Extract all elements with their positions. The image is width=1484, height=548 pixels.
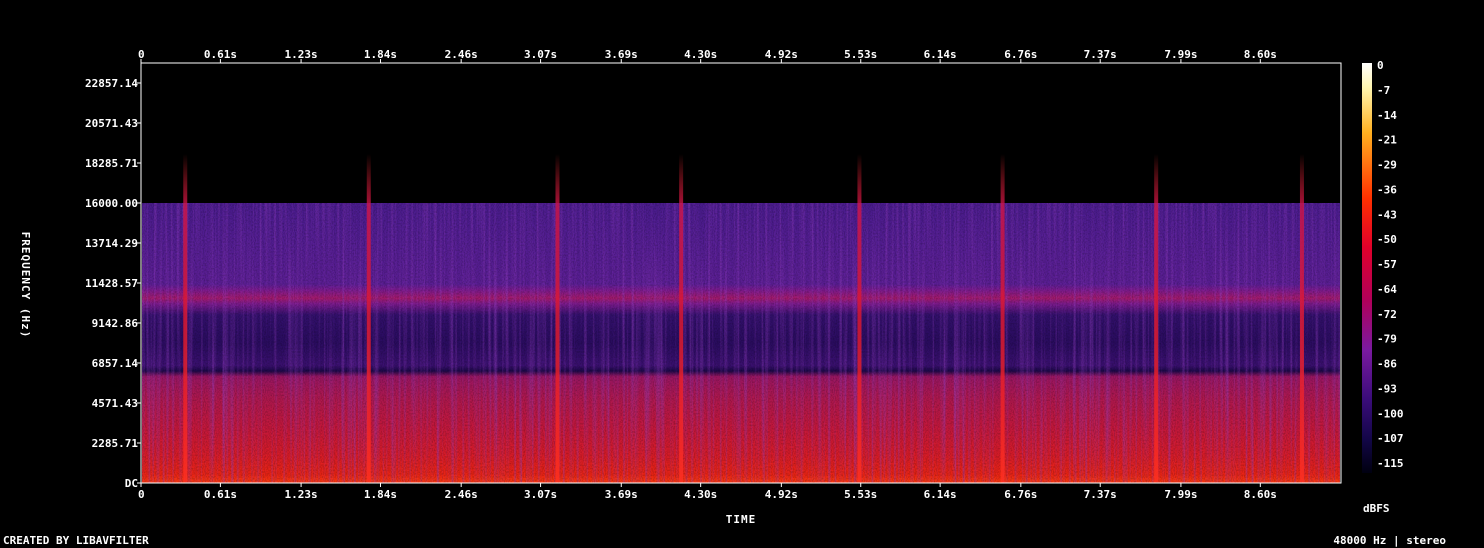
x-tick-top-label: 4.30s bbox=[684, 48, 717, 61]
colorbar-tick-label: -7 bbox=[1377, 84, 1390, 97]
spike-4 bbox=[857, 154, 862, 482]
colorbar-tick-label: -86 bbox=[1377, 358, 1397, 371]
y-tick-label: 9142.86 bbox=[92, 317, 139, 330]
colorbar-tick-label: -43 bbox=[1377, 208, 1397, 221]
x-tick-bottom-label: 7.37s bbox=[1084, 488, 1117, 501]
spike-1 bbox=[366, 154, 371, 482]
spike-3 bbox=[679, 154, 684, 482]
colorbar-tick-label: -21 bbox=[1377, 134, 1397, 147]
x-tick-top-label: 2.46s bbox=[445, 48, 478, 61]
x-tick-top-label: 3.07s bbox=[524, 48, 557, 61]
y-tick-label: 2285.71 bbox=[92, 437, 139, 450]
footer-format: 48000 Hz | stereo bbox=[1333, 534, 1446, 547]
x-tick-bottom-label: 3.07s bbox=[524, 488, 557, 501]
colorbar-tick-label: 0 bbox=[1377, 59, 1384, 72]
colorbar-tick-label: -72 bbox=[1377, 308, 1397, 321]
colorbar-tick-label: -64 bbox=[1377, 283, 1397, 296]
x-tick-bottom-label: 0.61s bbox=[204, 488, 237, 501]
spike-7 bbox=[1299, 154, 1304, 482]
x-tick-top-label: 7.99s bbox=[1164, 48, 1197, 61]
y-tick-label: 6857.14 bbox=[92, 357, 139, 370]
x-tick-bottom-label: 1.84s bbox=[364, 488, 397, 501]
x-tick-bottom-label: 6.14s bbox=[924, 488, 957, 501]
x-tick-bottom-label: 3.69s bbox=[605, 488, 638, 501]
x-tick-top-label: 6.14s bbox=[924, 48, 957, 61]
x-tick-bottom-label: 7.99s bbox=[1164, 488, 1197, 501]
y-tick-label: 13714.29 bbox=[85, 237, 138, 250]
y-tick-label: DC bbox=[125, 477, 138, 490]
x-tick-bottom-label: 8.60s bbox=[1244, 488, 1277, 501]
x-tick-top-label: 7.37s bbox=[1084, 48, 1117, 61]
x-tick-top-label: 0.61s bbox=[204, 48, 237, 61]
spectrogram-chart: 0 0.61s 1.23s 1.84s 2.46s 3.07s 3.69s 4.30s 4.92… bbox=[3, 48, 1446, 547]
x-tick-bottom-label: 1.23s bbox=[285, 488, 318, 501]
colorbar-tick-label: -36 bbox=[1377, 183, 1397, 196]
colorbar-label: dBFS bbox=[1363, 502, 1390, 515]
x-tick-bottom-label: 4.30s bbox=[684, 488, 717, 501]
colorbar-tick-label: -107 bbox=[1377, 432, 1404, 445]
x-axis-top: 0 0.61s 1.23s 1.84s 2.46s 3.07s 3.69s 4.30s 4.92… bbox=[138, 48, 1277, 63]
y-tick-label: 4571.43 bbox=[92, 397, 138, 410]
x-tick-top-label: 6.76s bbox=[1004, 48, 1037, 61]
x-tick-top-label: 5.53s bbox=[844, 48, 877, 61]
x-tick-top-label: 0 bbox=[138, 48, 145, 61]
y-tick-label: 16000.00 bbox=[85, 197, 138, 210]
spike-2 bbox=[555, 154, 560, 482]
colorbar-tick-label: -115 bbox=[1377, 457, 1404, 470]
x-tick-top-label: 4.92s bbox=[765, 48, 798, 61]
x-axis-bottom: 0 0.61s 1.23s 1.84s 2.46s 3.07s 3.69s 4.30s 4.92… bbox=[138, 483, 1277, 501]
y-axis-title: FREQUENCY (Hz) bbox=[19, 232, 32, 339]
colorbar bbox=[1362, 63, 1372, 473]
y-tick-label: 20571.43 bbox=[85, 117, 138, 130]
x-tick-bottom-label: 6.76s bbox=[1004, 488, 1037, 501]
colorbar-tick-label: -79 bbox=[1377, 333, 1397, 346]
spike-5 bbox=[1000, 154, 1005, 482]
x-tick-top-label: 8.60s bbox=[1244, 48, 1277, 61]
colorbar-ticks: 0 -7 -14 -21 -29 -36 -43 -50 -57 -64 -72 -79 -86 -93 -… bbox=[1377, 59, 1404, 470]
y-axis: DC 2285.71 4571.43 6857.14 9142.86 11428.57 13… bbox=[85, 77, 141, 490]
footer-credit: CREATED BY LIBAVFILTER bbox=[3, 534, 149, 547]
colorbar-tick-label: -100 bbox=[1377, 407, 1404, 420]
colorbar-tick-label: -14 bbox=[1377, 109, 1397, 122]
x-tick-bottom-label: 5.53s bbox=[844, 488, 877, 501]
x-tick-bottom-label: 2.46s bbox=[445, 488, 478, 501]
x-tick-bottom-label: 0 bbox=[138, 488, 145, 501]
band-grain bbox=[142, 203, 1340, 483]
x-tick-bottom-label: 4.92s bbox=[765, 488, 798, 501]
colorbar-tick-label: -57 bbox=[1377, 258, 1397, 271]
y-tick-label: 11428.57 bbox=[85, 277, 138, 290]
x-tick-top-label: 1.23s bbox=[285, 48, 318, 61]
colorbar-tick-label: -50 bbox=[1377, 233, 1397, 246]
spike-0 bbox=[183, 154, 188, 482]
colorbar-tick-label: -93 bbox=[1377, 382, 1397, 395]
x-axis-title: TIME bbox=[726, 513, 757, 526]
x-tick-top-label: 1.84s bbox=[364, 48, 397, 61]
y-tick-label: 18285.71 bbox=[85, 157, 138, 170]
spectral-band bbox=[142, 203, 1340, 483]
y-tick-label: 22857.14 bbox=[85, 77, 138, 90]
spike-6 bbox=[1154, 154, 1159, 482]
x-tick-top-label: 3.69s bbox=[605, 48, 638, 61]
colorbar-tick-label: -29 bbox=[1377, 159, 1397, 172]
